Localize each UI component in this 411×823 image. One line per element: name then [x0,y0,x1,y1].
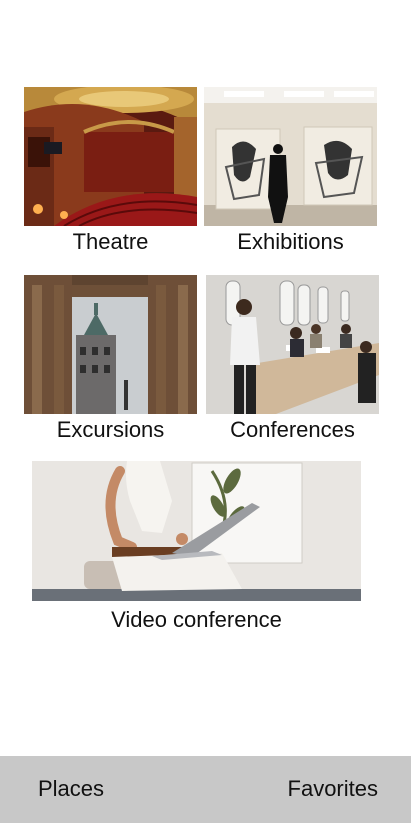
theatre-image [24,87,197,226]
category-tile-excursions[interactable]: Excursions [24,275,197,445]
category-label: Exhibitions [237,229,344,254]
nav-favorites-tab[interactable]: Favorites [288,776,378,802]
bottom-nav-bar: Places Favorites [0,756,411,823]
category-label: Theatre [72,229,149,254]
app-screen: Theatre Exhibitions Excursions Conferenc… [0,0,411,823]
city-arch-image [24,275,197,414]
category-tile-exhibitions[interactable]: Exhibitions [204,87,377,257]
meeting-room-image [206,275,379,414]
category-label: Video conference [111,607,282,632]
gallery-image [204,87,377,226]
category-label: Excursions [56,417,165,442]
laptop-person-image [32,461,361,601]
nav-places-tab[interactable]: Places [38,776,104,802]
category-tile-conferences[interactable]: Conferences [206,275,379,445]
category-label: Conferences [230,417,355,442]
category-tile-video-conference[interactable]: Video conference [32,461,361,636]
category-tile-theatre[interactable]: Theatre [24,87,197,257]
